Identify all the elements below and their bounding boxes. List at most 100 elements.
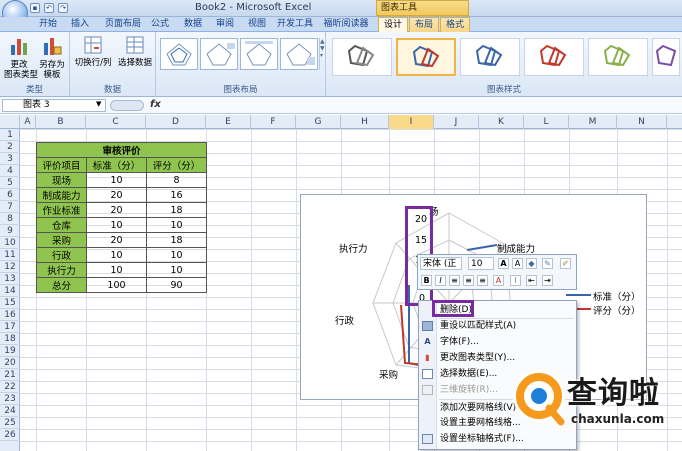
table-header[interactable]: 标准（分） (86, 157, 147, 173)
table-title[interactable]: 审核评价 (36, 142, 207, 158)
chart-layout-option[interactable] (200, 38, 238, 70)
bold-icon[interactable]: B (421, 275, 432, 286)
row-header[interactable]: 15 (0, 297, 20, 309)
italic-icon[interactable]: I (435, 275, 446, 286)
change-chart-type-button[interactable]: 更改 图表类型 (4, 35, 38, 80)
table-cell[interactable]: 10 (146, 217, 207, 233)
legend-entry[interactable]: 标准（分） (593, 289, 641, 303)
column-header[interactable]: M (569, 115, 617, 129)
chart-style-option[interactable] (652, 38, 680, 76)
table-cell[interactable]: 制成能力 (36, 187, 87, 203)
undo-icon[interactable]: ↶ (44, 3, 54, 13)
chart-style-option[interactable] (588, 38, 648, 76)
chart-layout-option[interactable] (280, 38, 318, 70)
column-header[interactable]: K (479, 115, 524, 129)
row-header[interactable]: 1 (0, 129, 20, 141)
table-cell[interactable]: 16 (146, 187, 207, 203)
chart-style-option[interactable] (460, 38, 520, 76)
name-box-dropdown-icon[interactable]: ▼ (96, 100, 101, 108)
table-cell[interactable]: 10 (86, 247, 147, 263)
format-painter-icon[interactable]: ✐ (560, 258, 571, 269)
select-all-corner[interactable] (0, 115, 20, 129)
table-cell[interactable]: 20 (86, 202, 147, 218)
column-header[interactable]: L (524, 115, 569, 129)
decrease-indent-icon[interactable]: ⇤ (526, 275, 537, 286)
column-header[interactable]: G (296, 115, 341, 129)
row-header[interactable]: 26 (0, 429, 20, 441)
tab-home[interactable]: 开始 (33, 17, 63, 32)
name-box[interactable]: 图表 3 (2, 99, 106, 112)
grow-font-icon[interactable]: A (498, 258, 509, 269)
row-header[interactable]: 10 (0, 237, 20, 249)
save-icon[interactable]: ▪ (30, 3, 40, 13)
table-cell[interactable]: 90 (146, 277, 207, 293)
menu-item-font[interactable]: A 字体(F)... (419, 335, 576, 349)
chart-style-option[interactable] (332, 38, 392, 76)
table-cell[interactable]: 10 (146, 262, 207, 278)
tab-insert[interactable]: 插入 (66, 17, 94, 32)
tab-view[interactable]: 视图 (244, 17, 270, 32)
row-header[interactable]: 13 (0, 273, 20, 285)
insert-function-icon[interactable]: fx (150, 99, 161, 110)
table-cell[interactable]: 18 (146, 202, 207, 218)
layout-gallery-scroll[interactable]: ▲ ▼ ▾ (319, 38, 325, 70)
tab-data[interactable]: 数据 (180, 17, 206, 32)
align-center-icon[interactable]: ≡ (463, 275, 474, 286)
menu-item-reset-style[interactable]: 重设以匹配样式(A) (419, 319, 576, 333)
tab-layout[interactable]: 布局 (409, 17, 439, 32)
table-cell[interactable]: 执行力 (36, 262, 87, 278)
tab-design[interactable]: 设计 (378, 17, 408, 32)
row-header[interactable]: 22 (0, 381, 20, 393)
row-header[interactable]: 14 (0, 285, 20, 297)
row-header[interactable]: 18 (0, 333, 20, 345)
column-header[interactable]: D (146, 115, 206, 129)
increase-indent-icon[interactable]: ⇥ (542, 275, 553, 286)
shrink-font-icon[interactable]: A (512, 258, 523, 269)
align-left-icon[interactable]: ≡ (449, 275, 460, 286)
chart-style-option[interactable] (524, 38, 584, 76)
column-header[interactable]: H (341, 115, 389, 129)
row-header[interactable]: 6 (0, 189, 20, 201)
table-cell[interactable]: 作业标准 (36, 202, 87, 218)
table-cell[interactable]: 20 (86, 232, 147, 248)
table-cell[interactable]: 10 (86, 172, 147, 188)
column-header[interactable]: C (86, 115, 146, 129)
fill-color-icon[interactable]: ◆ (526, 258, 537, 269)
table-cell[interactable]: 18 (146, 232, 207, 248)
chart-style-option-selected[interactable] (396, 38, 456, 76)
chart-layout-option[interactable] (160, 38, 198, 70)
row-header[interactable]: 2 (0, 141, 20, 153)
tab-review[interactable]: 审阅 (212, 17, 238, 32)
column-header[interactable]: N (617, 115, 667, 129)
table-cell[interactable]: 仓库 (36, 217, 87, 233)
line-color-icon[interactable]: ✎ (542, 258, 553, 269)
redo-icon[interactable]: ↷ (58, 3, 68, 13)
row-header[interactable]: 21 (0, 369, 20, 381)
tab-developer[interactable]: 开发工具 (275, 17, 315, 32)
select-data-button[interactable]: 选择数据 (115, 35, 155, 68)
table-cell[interactable]: 现场 (36, 172, 87, 188)
align-right-icon[interactable]: ≡ (477, 275, 488, 286)
row-header[interactable]: 23 (0, 393, 20, 405)
row-header[interactable]: 16 (0, 309, 20, 321)
row-header[interactable]: 17 (0, 321, 20, 333)
column-header[interactable]: B (36, 115, 86, 129)
switch-row-column-button[interactable]: 切换行/列 (72, 35, 114, 68)
chart-layout-option[interactable] (240, 38, 278, 70)
row-header[interactable]: 20 (0, 357, 20, 369)
table-cell[interactable]: 总分 (36, 277, 87, 293)
table-cell[interactable]: 采购 (36, 232, 87, 248)
table-header[interactable]: 评价项目 (36, 157, 87, 173)
column-header[interactable]: E (206, 115, 251, 129)
table-cell[interactable]: 100 (86, 277, 147, 293)
row-header[interactable]: 7 (0, 201, 20, 213)
bullets-icon[interactable]: ⁝ (510, 275, 521, 286)
row-header[interactable]: 19 (0, 345, 20, 357)
row-header[interactable]: 25 (0, 417, 20, 429)
font-color-icon[interactable]: A (493, 275, 504, 286)
table-cell[interactable]: 8 (146, 172, 207, 188)
row-header[interactable]: 24 (0, 405, 20, 417)
font-name-box[interactable]: 宋体 (正文 (420, 257, 462, 270)
row-header[interactable]: 11 (0, 249, 20, 261)
table-cell[interactable]: 10 (146, 247, 207, 263)
